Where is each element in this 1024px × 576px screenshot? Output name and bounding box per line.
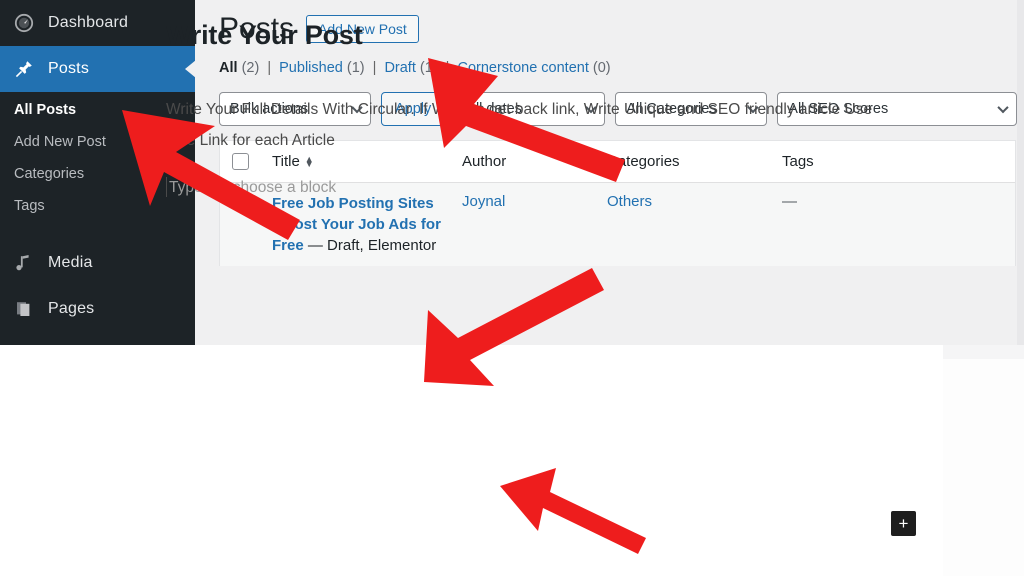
pin-icon: [14, 59, 34, 79]
screenshot-root: Dashboard Posts All Posts Add New Post C…: [0, 0, 1024, 576]
editor-panel-left-fill: [0, 360, 138, 576]
editor-canvas: [138, 345, 943, 576]
chevron-down-icon: [997, 101, 1009, 114]
editor-panel-right-top: [943, 345, 1024, 359]
post-state-label: — Draft, Elementor: [303, 237, 437, 254]
text-caret: [166, 177, 167, 197]
sidebar-item-label: Posts: [48, 60, 90, 77]
add-block-button[interactable]: +: [891, 511, 916, 536]
sidebar-item-pages[interactable]: Pages: [0, 286, 195, 332]
editor-block-placeholder-text: Type / to choose a block: [169, 179, 337, 196]
block-editor-overlay: [0, 345, 1024, 576]
editor-panel-right-lower: [943, 359, 1024, 576]
dashboard-icon: [14, 13, 34, 33]
sidebar-item-label: Tags: [14, 198, 45, 214]
sidebar-divider: [0, 232, 195, 240]
sidebar-item-label: Categories: [14, 166, 85, 182]
editor-post-title[interactable]: Write Your Post: [166, 18, 906, 52]
sidebar-item-label: Dashboard: [48, 14, 129, 31]
pages-icon: [14, 299, 34, 319]
sidebar-item-label: Media: [48, 254, 93, 271]
sidebar-item-label: Pages: [48, 300, 95, 317]
media-icon: [14, 253, 34, 273]
editor-content: Write Your Post Write Your Full Details …: [166, 18, 906, 200]
right-edge-strip: [1017, 0, 1024, 400]
sidebar-item-label: All Posts: [14, 102, 77, 118]
editor-paragraph-block[interactable]: Write Your Full Details With Circular. I…: [166, 94, 896, 156]
sidebar-item-label: Add New Post: [14, 134, 106, 150]
editor-block-placeholder[interactable]: Type / to choose a block: [166, 176, 906, 200]
sidebar-item-media[interactable]: Media: [0, 240, 195, 286]
